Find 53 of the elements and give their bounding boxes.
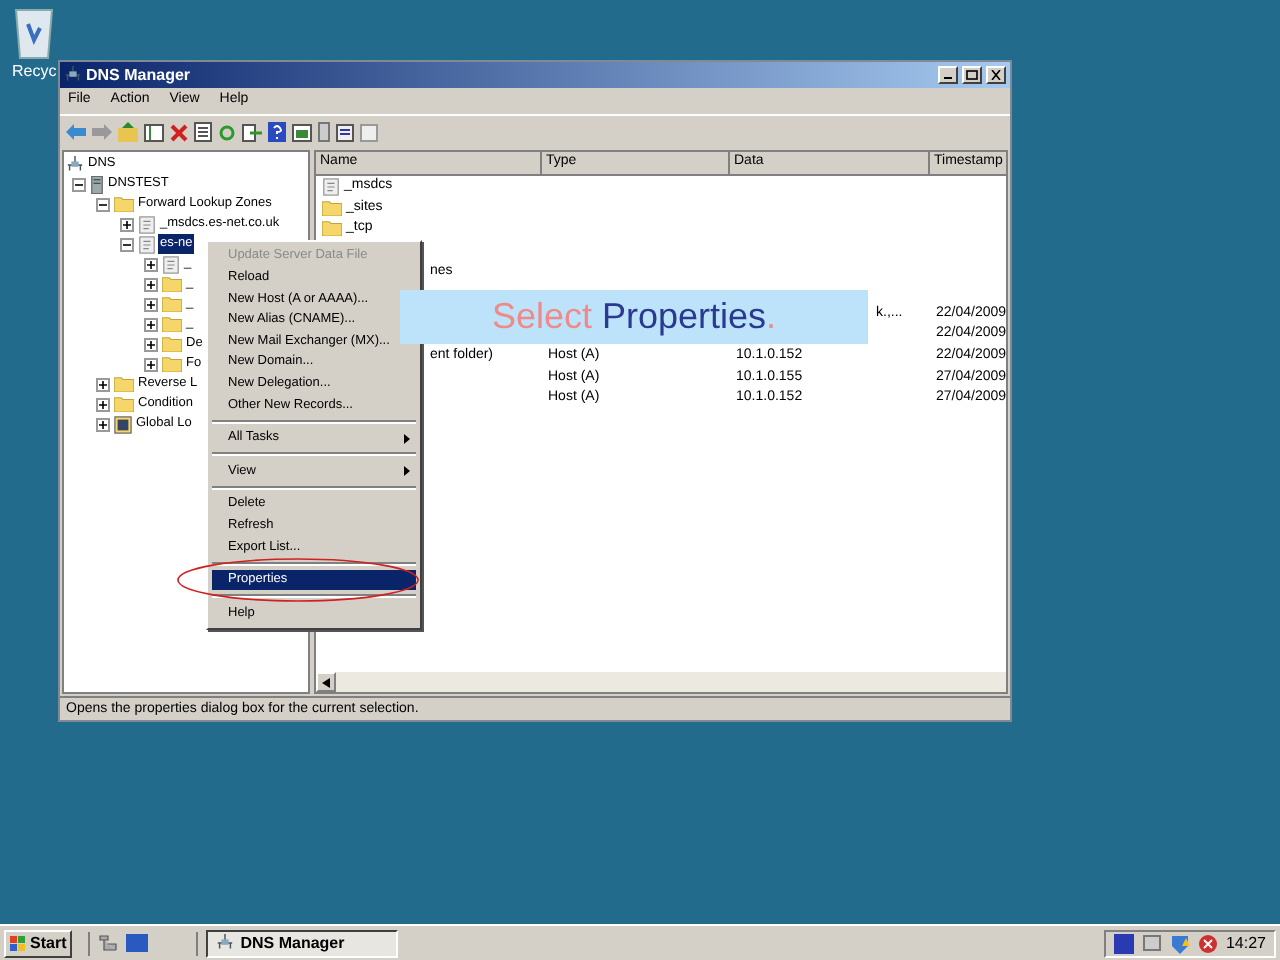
expand-toggle[interactable]	[96, 397, 110, 411]
submenu-arrow-icon	[404, 466, 410, 477]
network-icon[interactable]	[1141, 933, 1162, 953]
windows-logo-icon	[10, 935, 26, 951]
document-icon	[138, 215, 156, 233]
instruction-text: Select Properties.	[491, 294, 777, 340]
horizontal-scrollbar[interactable]	[316, 672, 1006, 692]
close-button[interactable]	[986, 66, 1006, 84]
collapse-toggle[interactable]	[96, 197, 110, 211]
expand-toggle[interactable]	[144, 297, 158, 311]
close-icon	[990, 70, 1002, 80]
error-icon[interactable]	[1197, 933, 1218, 953]
export-icon[interactable]	[242, 123, 262, 141]
network-icon	[216, 934, 235, 952]
desktop-icon[interactable]	[126, 934, 149, 952]
maximize-icon	[966, 70, 978, 80]
expand-toggle[interactable]	[144, 257, 158, 271]
folder-icon	[114, 196, 134, 212]
trash-bin-icon[interactable]	[12, 4, 57, 60]
expand-toggle[interactable]	[120, 217, 134, 231]
collapse-toggle[interactable]	[120, 237, 134, 251]
maximize-button[interactable]	[962, 66, 982, 84]
server-icon	[90, 175, 104, 193]
shield-warning-icon[interactable]	[1169, 933, 1190, 953]
monitor-icon[interactable]	[1113, 933, 1134, 953]
log-icon	[114, 415, 132, 433]
network-icon	[66, 155, 84, 173]
document-icon	[138, 235, 156, 253]
submenu-arrow-icon	[404, 433, 410, 444]
expand-toggle[interactable]	[144, 317, 158, 331]
expand-toggle[interactable]	[144, 337, 158, 351]
expand-toggle[interactable]	[144, 277, 158, 291]
scroll-left-icon[interactable]	[322, 677, 330, 687]
console-icon[interactable]	[292, 123, 312, 141]
minimize-button[interactable]	[938, 66, 958, 84]
clock: 14:27	[1225, 931, 1266, 955]
network-icon	[64, 66, 82, 84]
document-icon	[162, 255, 180, 273]
list-icon[interactable]	[336, 123, 354, 141]
expand-toggle[interactable]	[96, 417, 110, 431]
desktop-icon-label: Recyc	[12, 60, 57, 84]
expand-toggle[interactable]	[144, 357, 158, 371]
server-manager-icon[interactable]	[98, 933, 119, 953]
properties-icon[interactable]	[194, 122, 212, 142]
expand-toggle[interactable]	[96, 377, 110, 391]
delete-icon[interactable]	[170, 123, 188, 141]
collapse-toggle[interactable]	[72, 177, 86, 191]
start-button[interactable]: Start	[4, 929, 73, 957]
window-title: DNS Manager	[86, 63, 193, 87]
document-icon	[322, 177, 340, 196]
taskbar-button[interactable]: DNS Manager	[206, 929, 399, 957]
panel-icon[interactable]	[144, 123, 164, 141]
help-icon[interactable]	[268, 122, 286, 142]
